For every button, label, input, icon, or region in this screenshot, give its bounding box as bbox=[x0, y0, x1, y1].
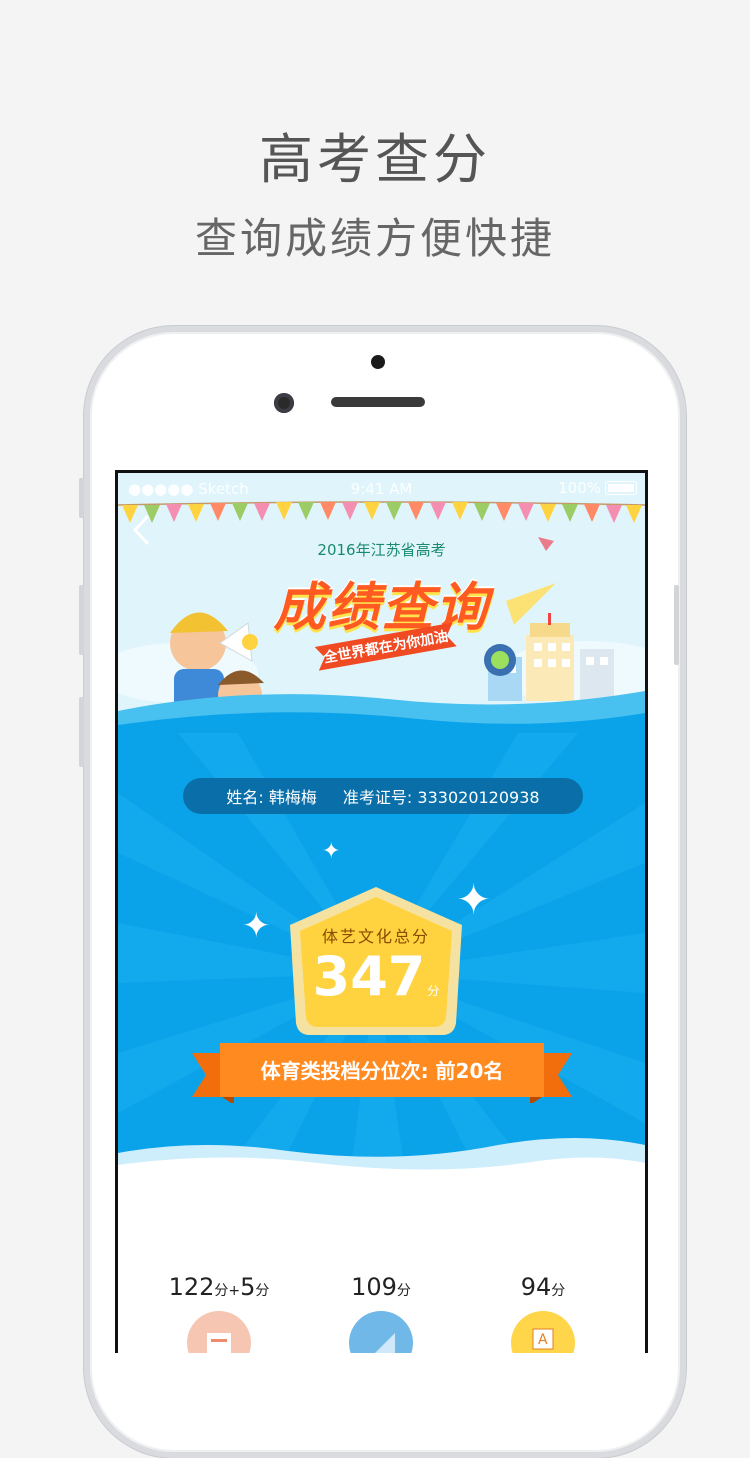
bonus-unit: 分 bbox=[255, 1283, 270, 1299]
subject-score-value: 122分+5分 bbox=[144, 1273, 294, 1301]
alphabet-icon: A bbox=[511, 1311, 575, 1353]
exam-id-label: 准考证号: bbox=[342, 788, 413, 807]
subject-score-value: 94分 bbox=[468, 1273, 618, 1301]
volume-up-button bbox=[79, 585, 84, 655]
exam-year-title: 2016年江苏省高考 bbox=[317, 541, 446, 559]
promo-title: 高考查分 bbox=[259, 128, 491, 191]
subject-score-chinese[interactable]: 122分+5分 bbox=[144, 1273, 294, 1353]
battery-percent: 100% bbox=[558, 479, 601, 497]
battery-status: 100% bbox=[558, 479, 637, 497]
power-button bbox=[674, 585, 679, 665]
battery-icon bbox=[605, 481, 637, 495]
score-panel: 姓名: 韩梅梅 准考证号: 333020120938 ✦ ✦ ✦ 体艺文化总分 … bbox=[118, 733, 645, 1193]
subject-score-english[interactable]: 94分 A bbox=[468, 1273, 618, 1353]
status-bar: ●●●●● Sketch 9:41 AM 100% bbox=[118, 473, 645, 505]
svg-text:A: A bbox=[538, 1332, 548, 1348]
score-unit: 分 bbox=[214, 1283, 229, 1299]
student-info-bar: 姓名: 韩梅梅 准考证号: 333020120938 bbox=[183, 778, 583, 814]
front-camera-icon bbox=[274, 393, 294, 413]
ranking-ribbon: 体育类投档分位次: 前20名 bbox=[192, 1039, 572, 1103]
total-score-label: 体艺文化总分 bbox=[321, 927, 430, 946]
earpiece-speaker bbox=[331, 397, 425, 407]
bonus-sign: + bbox=[228, 1283, 241, 1299]
score-unit: 分 bbox=[551, 1283, 566, 1299]
total-score-badge: 体艺文化总分 347 分 bbox=[286, 883, 466, 1043]
total-score-number: 347 bbox=[312, 945, 426, 1008]
ranking-text: 体育类投档分位次: 前20名 bbox=[260, 1059, 504, 1083]
sparkle-icon: ✦ bbox=[322, 839, 341, 864]
promo-subtitle: 查询成绩方便快捷 bbox=[194, 214, 555, 263]
bonus-number: 5 bbox=[240, 1273, 256, 1301]
ruler-icon bbox=[349, 1311, 413, 1353]
score-number: 94 bbox=[520, 1273, 552, 1301]
hero-area: ●●●●● Sketch 9:41 AM 100% 2016年江苏省高考 成绩查… bbox=[118, 473, 645, 733]
sparkle-icon: ✦ bbox=[242, 906, 271, 946]
name-value: 韩梅梅 bbox=[268, 788, 317, 807]
student-name: 姓名: 韩梅梅 bbox=[226, 784, 317, 808]
book-icon bbox=[187, 1311, 251, 1353]
name-label: 姓名: bbox=[226, 788, 264, 807]
app-screen: ●●●●● Sketch 9:41 AM 100% 2016年江苏省高考 成绩查… bbox=[115, 470, 648, 1353]
score-unit: 分 bbox=[396, 1283, 411, 1299]
total-score-unit: 分 bbox=[427, 984, 440, 998]
page-title: 成绩查询 bbox=[273, 578, 490, 638]
total-score-value: 347 分 bbox=[286, 945, 466, 1008]
proximity-sensor bbox=[371, 355, 385, 369]
score-number: 122 bbox=[168, 1273, 215, 1301]
exam-id: 准考证号: 333020120938 bbox=[343, 784, 540, 808]
volume-down-button bbox=[79, 697, 84, 767]
subject-score-value: 109分 bbox=[306, 1273, 456, 1301]
exam-id-value: 333020120938 bbox=[417, 788, 540, 807]
score-number: 109 bbox=[351, 1273, 397, 1301]
mute-switch bbox=[79, 478, 84, 518]
subject-scores: 122分+5分 109分 94分 A bbox=[118, 1273, 645, 1353]
subject-score-math[interactable]: 109分 bbox=[306, 1273, 456, 1353]
